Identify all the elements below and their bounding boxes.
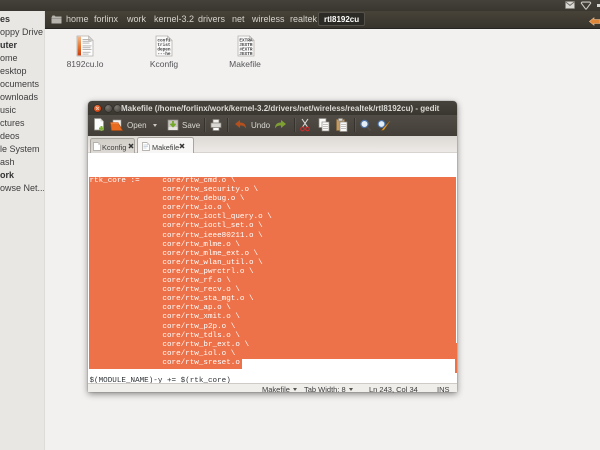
- svg-text:#EXTR: #EXTR: [239, 52, 253, 57]
- svg-text:---he: ---he: [157, 52, 171, 57]
